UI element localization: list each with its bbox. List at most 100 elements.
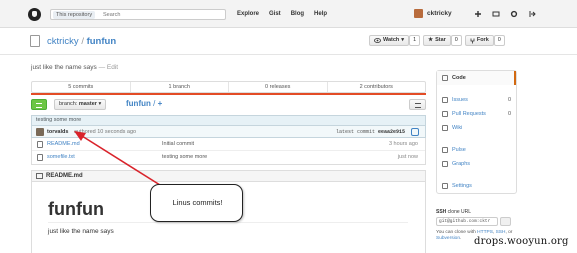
sidebar-item-label: Pull Requests <box>452 111 486 117</box>
clone-url-label: SSH clone URL <box>436 209 471 215</box>
clone-or-text: or <box>508 230 513 235</box>
clone-ssh-link[interactable]: SSH <box>496 230 506 235</box>
sidebar-item-pull-requests[interactable]: Pull Requests 0 <box>437 107 516 121</box>
breadcrumb-separator: / <box>153 99 156 108</box>
file-commit-message[interactable]: testing some more <box>162 154 207 160</box>
clone-subversion-link[interactable]: Subversion <box>436 236 460 241</box>
file-row: README.md Initial commit 3 hours ago <box>32 138 425 151</box>
sidebar-item-label: Graphs <box>452 161 471 167</box>
sidebar-item-wiki[interactable]: Wiki <box>437 121 516 135</box>
commit-authored-time: authored 10 seconds ago <box>74 129 137 135</box>
top-nav: Explore Gist Blog Help <box>237 11 327 17</box>
file-row: somefile.txt testing some more just now <box>32 151 425 164</box>
stat-releases[interactable]: 0 releases <box>229 82 328 92</box>
search-box[interactable]: This repository <box>50 9 226 20</box>
clone-label-text: clone URL <box>447 209 472 215</box>
fork-icon <box>470 38 475 43</box>
sidebar-item-code[interactable]: Code <box>437 71 516 85</box>
sidebar-item-label: Wiki <box>452 125 463 131</box>
pulse-icon <box>442 147 448 153</box>
repo-name-link[interactable]: funfun <box>87 36 117 47</box>
repo-description: just like the name says — Edit <box>31 64 118 71</box>
clone-https-link[interactable]: HTTPS <box>477 230 493 235</box>
sidebar-item-label: Pulse <box>452 147 466 153</box>
repo-actions: Watch ▾ 1 ★ Star 0 Fork 0 <box>369 35 505 46</box>
gear-icon[interactable] <box>510 10 518 18</box>
clone-url-field[interactable]: git@github.com:cktr <box>436 217 498 226</box>
eye-icon <box>374 38 381 43</box>
readme-paragraph: just like the name says <box>48 228 114 235</box>
sidebar-item-pulse[interactable]: Pulse <box>437 143 516 157</box>
sidebar-item-graphs[interactable]: Graphs <box>437 157 516 171</box>
readme-filename: README.md <box>46 173 83 179</box>
stat-contributors[interactable]: 2 contributors <box>328 82 426 92</box>
site-header: This repository Explore Gist Blog Help c… <box>0 0 577 28</box>
fork-label: Fork <box>476 37 489 43</box>
user-area: cktricky <box>414 9 536 18</box>
readme-heading: funfun <box>48 199 104 219</box>
branch-selector[interactable]: branch: master ▾ <box>54 99 107 110</box>
issues-icon <box>442 97 448 103</box>
nav-blog[interactable]: Blog <box>291 11 304 17</box>
watch-count[interactable]: 1 <box>409 35 421 46</box>
sidebar-item-count: 0 <box>507 111 511 117</box>
branch-prefix: branch: <box>59 101 78 107</box>
plus-icon[interactable] <box>474 10 482 18</box>
latest-commit-label: latest commit <box>335 129 375 135</box>
repo-sidebar-nav: Code Issues 0 Pull Requests 0 Wiki Pulse… <box>436 70 517 194</box>
search-scope-badge: This repository <box>53 11 96 19</box>
repo-stats-bar: 5 commits 1 branch 0 releases 2 contribu… <box>31 81 426 93</box>
commit-meta-bar: torvalds authored 10 seconds ago latest … <box>31 125 426 138</box>
chevron-down-icon: ▾ <box>98 101 102 107</box>
book-icon <box>36 173 43 179</box>
username-link[interactable]: cktricky <box>427 10 452 17</box>
file-list: README.md Initial commit 3 hours ago som… <box>31 138 426 165</box>
inbox-icon[interactable] <box>492 10 500 18</box>
annotation-text: Linus commits! <box>172 198 223 207</box>
edit-description-link[interactable]: — Edit <box>99 64 119 71</box>
breadcrumb: funfun / + <box>126 99 162 108</box>
tools-icon <box>442 183 448 189</box>
file-name-link[interactable]: somefile.txt <box>47 154 75 160</box>
repo-description-text: just like the name says <box>31 64 97 71</box>
star-label: Star <box>435 37 446 43</box>
compare-button[interactable] <box>31 99 47 110</box>
watch-button[interactable]: Watch ▾ <box>369 35 410 46</box>
sidebar-item-issues[interactable]: Issues 0 <box>437 93 516 107</box>
file-commit-message[interactable]: Initial commit <box>162 141 194 147</box>
latest-commit: latest commit eeaa2e915 <box>336 129 405 135</box>
language-color-bar <box>31 93 426 95</box>
watch-label: Watch <box>383 37 400 43</box>
commit-author-link[interactable]: torvalds <box>47 129 68 135</box>
fork-button[interactable]: Fork <box>464 35 494 46</box>
watermark: drops.wooyun.org <box>474 236 569 247</box>
sidebar-item-settings[interactable]: Settings <box>437 179 516 193</box>
sign-out-icon[interactable] <box>528 10 536 18</box>
nav-help[interactable]: Help <box>314 11 327 17</box>
stat-commits[interactable]: 5 commits <box>32 82 131 92</box>
new-file-link[interactable]: + <box>158 99 163 108</box>
user-avatar[interactable] <box>414 9 423 18</box>
fork-count[interactable]: 0 <box>493 35 505 46</box>
nav-explore[interactable]: Explore <box>237 11 259 17</box>
breadcrumb-repo[interactable]: funfun <box>126 99 151 108</box>
search-input[interactable] <box>103 11 221 19</box>
copy-clipboard-button[interactable] <box>500 217 511 226</box>
file-name-link[interactable]: README.md <box>47 141 80 147</box>
sidebar-item-label: Settings <box>452 183 472 189</box>
stat-branches[interactable]: 1 branch <box>131 82 229 92</box>
commit-sha-link[interactable]: eeaa2e915 <box>378 129 405 135</box>
star-button[interactable]: ★ Star <box>423 35 451 46</box>
graph-icon <box>442 161 448 167</box>
nav-gist[interactable]: Gist <box>269 11 281 17</box>
annotation-callout: Linus commits! <box>150 184 243 222</box>
chevron-down-icon: ▾ <box>401 37 405 43</box>
repo-owner-link[interactable]: cktricky <box>47 36 79 47</box>
star-count[interactable]: 0 <box>450 35 462 46</box>
readme-heading-rule <box>48 222 408 223</box>
readme-header: README.md <box>31 170 426 182</box>
list-view-button[interactable] <box>409 99 426 110</box>
author-avatar[interactable] <box>36 128 44 136</box>
browse-code-icon[interactable] <box>411 128 419 136</box>
github-logo-icon[interactable] <box>28 8 41 21</box>
